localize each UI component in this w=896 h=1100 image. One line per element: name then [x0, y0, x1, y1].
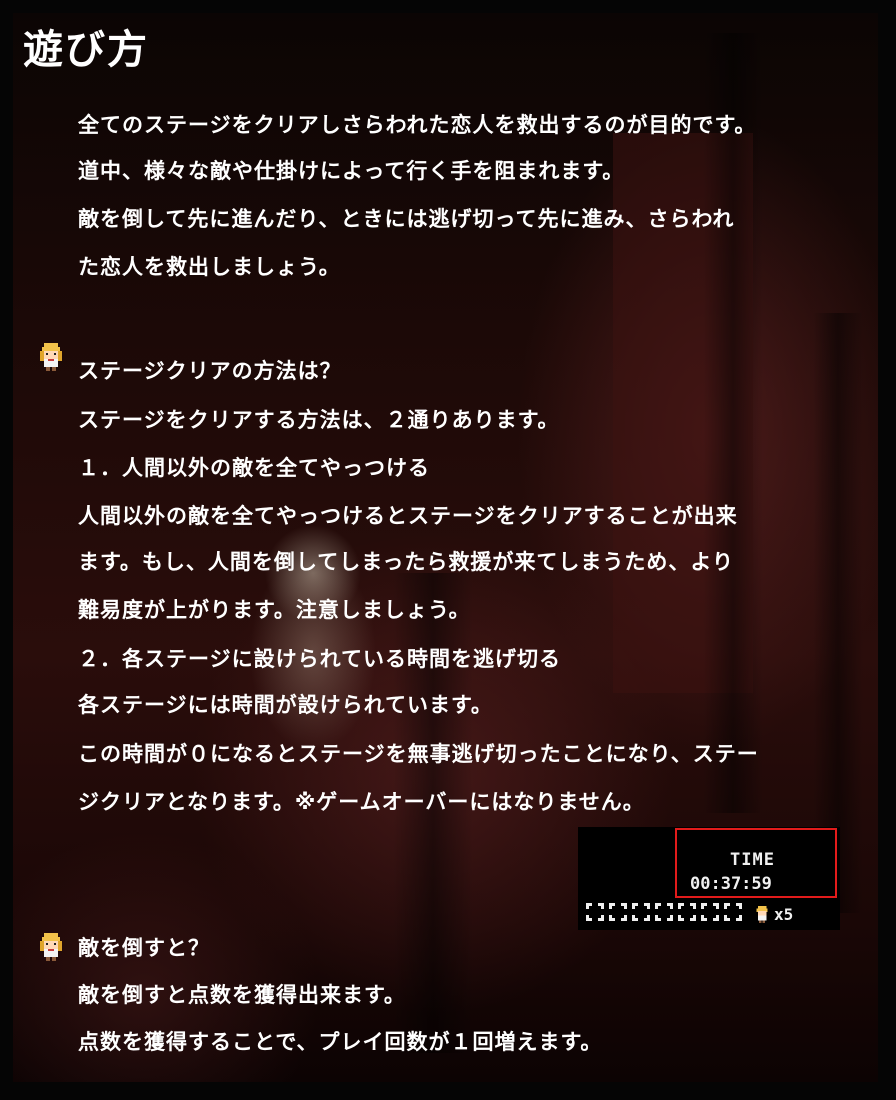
section-line: 各ステージには時間が設けられています。	[78, 693, 493, 717]
life-slot-icon	[724, 903, 742, 921]
life-slot-icon	[609, 903, 627, 921]
intro-line: た恋人を救出しましょう。	[78, 255, 341, 279]
life-slot-icon	[632, 903, 650, 921]
intro-line: 道中、様々な敵や仕掛けによって行く手を阻まれます。	[78, 159, 625, 183]
timer-highlight-box: TIME 00:37:59	[675, 828, 837, 898]
section-heading-enemy: 敵を倒すと？	[78, 936, 210, 960]
intro-line: 全てのステージをクリアしさらわれた恋人を救出するのが目的です。	[78, 113, 757, 137]
section-line: ます。もし、人間を倒してしまったら救援が来てしまうため、より	[78, 550, 735, 574]
hud-inset: TIME 00:37:59 x5	[578, 827, 840, 930]
intro-line: 敵を倒して先に進んだり、ときには逃げ切って先に進み、さらわれ	[78, 207, 735, 231]
heroine-sprite-icon	[756, 906, 768, 923]
heroine-sprite-icon	[40, 343, 62, 371]
how-to-play-panel: 遊び方 全てのステージをクリアしさらわれた恋人を救出するのが目的です。 道中、様…	[0, 0, 896, 1100]
life-slot-icon	[655, 903, 673, 921]
page-title: 遊び方	[23, 27, 149, 73]
life-slot-icon	[678, 903, 696, 921]
heroine-sprite-icon	[40, 933, 62, 961]
section-line: １．人間以外の敵を全てやっつける	[78, 456, 430, 480]
section-line: ジクリアとなります。※ゲームオーバーにはなりません。	[78, 790, 645, 814]
background-pillar	[813, 313, 863, 913]
section-line: ２．各ステージに設けられている時間を逃げ切る	[78, 647, 561, 671]
background-pillar	[703, 33, 763, 813]
time-label: TIME	[730, 850, 775, 870]
section-line: 難易度が上がります。注意しましょう。	[78, 598, 471, 622]
section-line: 点数を獲得することで、プレイ回数が１回増えます。	[78, 1030, 603, 1054]
section-line: 人間以外の敵を全てやっつけるとステージをクリアすることが出来	[78, 504, 738, 528]
section-line: 敵を倒すと点数を獲得出来ます。	[78, 983, 406, 1007]
section-heading-stage-clear: ステージクリアの方法は？	[78, 359, 342, 383]
life-slot-icon	[586, 903, 604, 921]
section-line: ステージをクリアする方法は、２通りあります。	[78, 408, 560, 432]
life-slot-icon	[701, 903, 719, 921]
time-value: 00:37:59	[690, 874, 772, 894]
lives-count: x5	[774, 905, 794, 924]
section-line: この時間が０になるとステージを無事逃げ切ったことになり、ステー	[78, 742, 759, 766]
